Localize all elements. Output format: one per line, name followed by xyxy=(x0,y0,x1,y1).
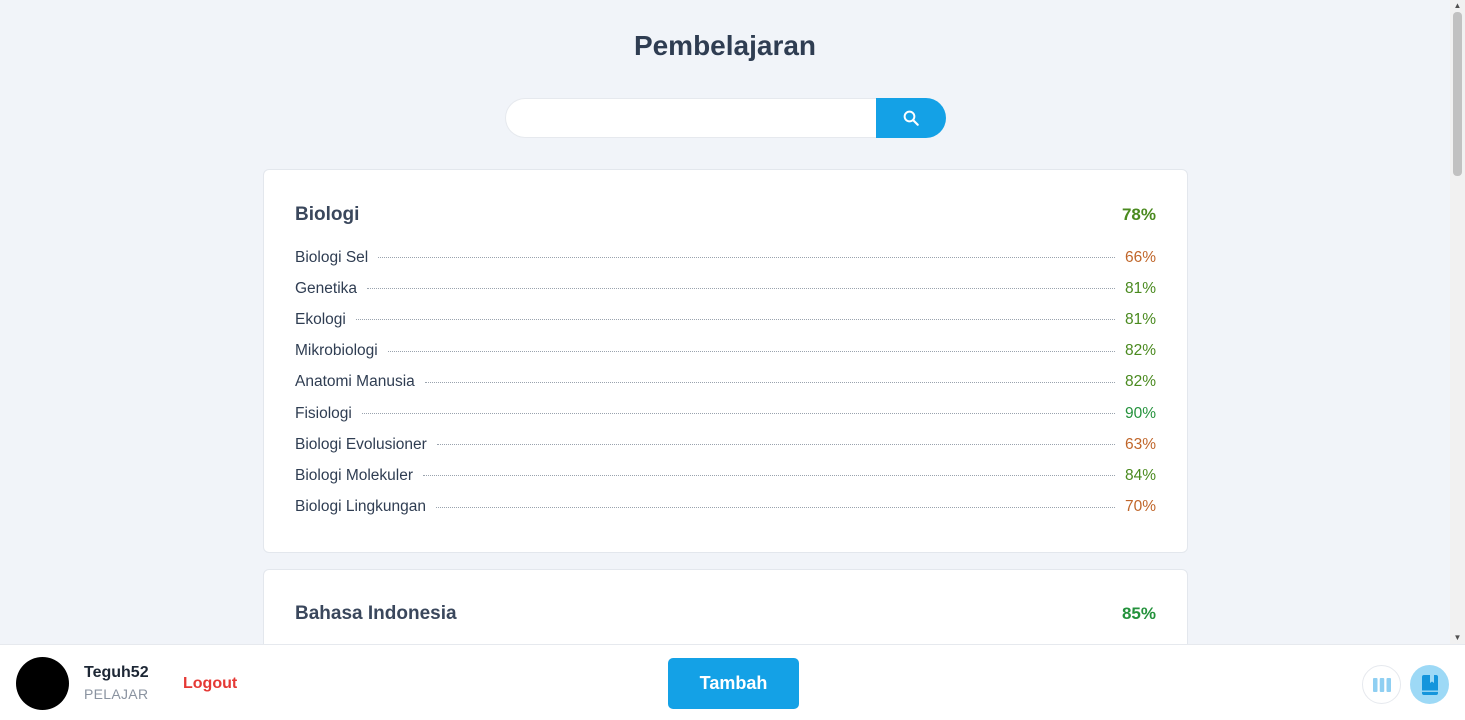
dotted-leader xyxy=(436,506,1115,508)
subject-percent: 78% xyxy=(1121,205,1156,224)
subject-card-biologi[interactable]: Biologi 78% Biologi Sel 66% Genetika 81%… xyxy=(263,169,1188,553)
subject-percent: 85% xyxy=(1121,604,1156,623)
topic-row[interactable]: Anatomi Manusia 82% xyxy=(295,367,1156,398)
topic-row[interactable]: Genetika 81% xyxy=(295,273,1156,304)
logout-link[interactable]: Logout xyxy=(183,675,237,693)
topic-percent: 81% xyxy=(1124,279,1156,297)
bottom-bar: Teguh52 PELAJAR Logout Tambah xyxy=(0,644,1465,720)
subject-title: Bahasa Indonesia xyxy=(295,603,457,624)
search-bar xyxy=(505,98,946,138)
topic-row[interactable]: Biologi Lingkungan 70% xyxy=(295,492,1156,523)
dotted-leader xyxy=(387,350,1115,352)
page-title: Pembelajaran xyxy=(633,30,817,61)
add-button[interactable]: Tambah xyxy=(668,658,799,709)
subject-header: Bahasa Indonesia 85% xyxy=(295,599,1156,629)
topic-row[interactable]: Ekologi 81% xyxy=(295,304,1156,335)
avatar[interactable] xyxy=(16,657,69,710)
scrollbar[interactable]: ▲ ▼ xyxy=(1450,0,1465,644)
search-button[interactable] xyxy=(876,98,946,138)
topic-list: Biologi Sel 66% Genetika 81% Ekologi 81%… xyxy=(295,242,1156,523)
topic-row[interactable]: Mikrobiologi 82% xyxy=(295,336,1156,367)
topic-percent: 82% xyxy=(1124,373,1156,391)
topic-name: Biologi Molekuler xyxy=(295,466,414,484)
scroll-up-icon[interactable]: ▲ xyxy=(1450,0,1465,12)
columns-button[interactable] xyxy=(1362,665,1401,704)
topic-percent: 66% xyxy=(1124,248,1156,266)
topic-row[interactable]: Biologi Molekuler 84% xyxy=(295,460,1156,491)
topic-name: Biologi Lingkungan xyxy=(295,498,426,516)
topic-name: Fisiologi xyxy=(295,404,352,422)
topic-name: Biologi Sel xyxy=(295,248,369,266)
topic-name: Ekologi xyxy=(295,310,346,328)
topic-percent: 70% xyxy=(1124,498,1156,516)
dotted-leader xyxy=(355,319,1115,321)
topic-percent: 82% xyxy=(1124,342,1156,360)
columns-icon xyxy=(1372,677,1391,692)
topic-percent: 81% xyxy=(1124,310,1156,328)
subject-title: Biologi xyxy=(295,204,360,225)
topic-percent: 63% xyxy=(1124,435,1156,453)
topic-name: Biologi Evolusioner xyxy=(295,435,427,453)
dotted-leader xyxy=(367,288,1115,290)
topic-name: Genetika xyxy=(295,279,358,297)
dotted-leader xyxy=(436,444,1115,446)
book-button[interactable] xyxy=(1410,665,1449,704)
scroll-thumb[interactable] xyxy=(1453,12,1462,176)
topic-name: Mikrobiologi xyxy=(295,342,378,360)
topic-percent: 90% xyxy=(1124,404,1156,422)
search-icon xyxy=(903,110,919,126)
user-name: Teguh52 xyxy=(84,664,149,681)
user-role: PELAJAR xyxy=(84,686,149,702)
topic-row[interactable]: Fisiologi 90% xyxy=(295,398,1156,429)
scroll-down-icon[interactable]: ▼ xyxy=(1450,632,1465,644)
dotted-leader xyxy=(423,475,1115,477)
topic-row[interactable]: Biologi Evolusioner 63% xyxy=(295,429,1156,460)
topic-percent: 84% xyxy=(1124,466,1156,484)
search-input[interactable] xyxy=(505,98,876,138)
dotted-leader xyxy=(361,413,1115,415)
subject-header: Biologi 78% xyxy=(295,200,1156,230)
dotted-leader xyxy=(424,381,1115,383)
book-icon xyxy=(1421,674,1438,695)
dotted-leader xyxy=(378,257,1115,259)
topic-name: Anatomi Manusia xyxy=(295,373,415,391)
topic-row[interactable]: Biologi Sel 66% xyxy=(295,242,1156,273)
